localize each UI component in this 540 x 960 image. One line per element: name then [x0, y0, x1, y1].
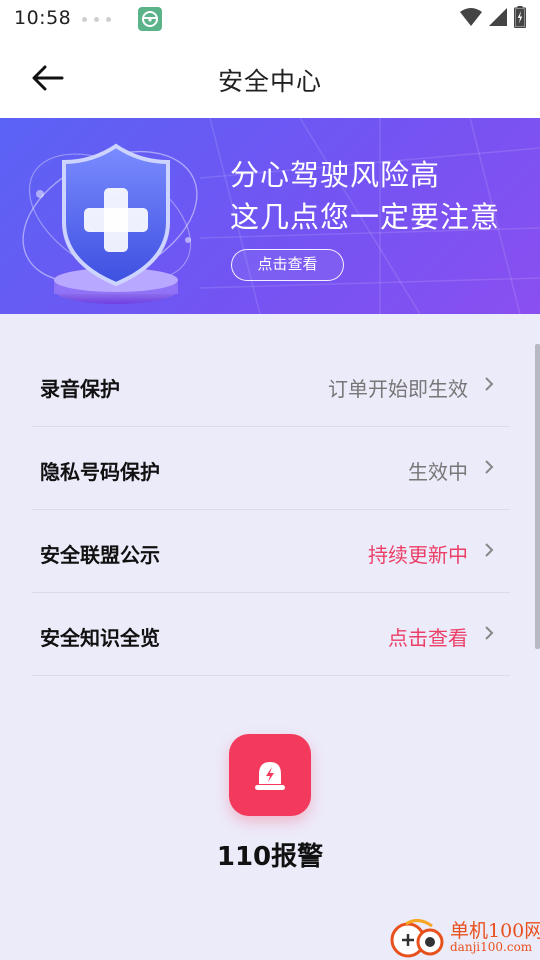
safety-center-page: 10:58 安全中心 分心驾驶风险高 这几点您一定要注意 点击查看 录音保护 订… — [0, 0, 540, 960]
alarm-110-label: 110报警 — [216, 842, 324, 872]
chevron-right-icon — [485, 626, 494, 640]
chevron-right-icon — [485, 543, 494, 557]
watermark-logo-icon — [390, 919, 444, 958]
shield-icon — [22, 143, 198, 304]
wifi-icon — [460, 8, 482, 26]
list-item-safety-alliance[interactable]: 安全联盟公示 持续更新中 — [32, 510, 510, 593]
site-watermark: 单机100网 danji100.com — [388, 914, 540, 960]
list-item-label: 安全联盟公示 — [40, 543, 160, 567]
status-time: 10:58 — [14, 7, 72, 29]
banner-headline: 分心驾驶风险高 — [230, 158, 441, 192]
app-header: 安全中心 — [0, 38, 540, 118]
list-item-value: 生效中 — [408, 460, 468, 484]
list-item-value: 订单开始即生效 — [328, 377, 468, 401]
list-item-label: 录音保护 — [40, 377, 120, 401]
watermark-title: 单机100网 — [450, 920, 540, 942]
list-item-value: 点击查看 — [388, 626, 468, 650]
list-item-recording-protection[interactable]: 录音保护 订单开始即生效 — [32, 344, 510, 427]
list-item-value: 持续更新中 — [368, 543, 468, 567]
scrollbar[interactable] — [535, 344, 540, 649]
app-notification-icon — [138, 7, 162, 31]
alarm-110-button[interactable] — [229, 734, 311, 816]
chevron-right-icon — [485, 377, 494, 391]
signal-icon — [489, 8, 507, 26]
battery-icon — [514, 6, 526, 28]
list-item-label: 隐私号码保护 — [40, 460, 160, 484]
safety-options-list: 录音保护 订单开始即生效 隐私号码保护 生效中 安全联盟公示 持续更新中 安全知… — [32, 344, 510, 676]
safety-banner[interactable]: 分心驾驶风险高 这几点您一定要注意 点击查看 — [0, 118, 540, 314]
siren-icon — [255, 762, 285, 790]
watermark-url: danji100.com — [450, 940, 533, 954]
page-title: 安全中心 — [217, 67, 322, 96]
chevron-right-icon — [485, 460, 494, 474]
banner-view-button[interactable]: 点击查看 — [231, 249, 344, 281]
notification-dots — [82, 17, 111, 22]
list-item-privacy-number[interactable]: 隐私号码保护 生效中 — [32, 427, 510, 510]
status-icons — [460, 6, 526, 28]
status-bar: 10:58 — [0, 0, 540, 38]
list-item-safety-knowledge[interactable]: 安全知识全览 点击查看 — [32, 593, 510, 676]
list-item-label: 安全知识全览 — [40, 626, 160, 650]
banner-subheadline: 这几点您一定要注意 — [230, 200, 501, 234]
